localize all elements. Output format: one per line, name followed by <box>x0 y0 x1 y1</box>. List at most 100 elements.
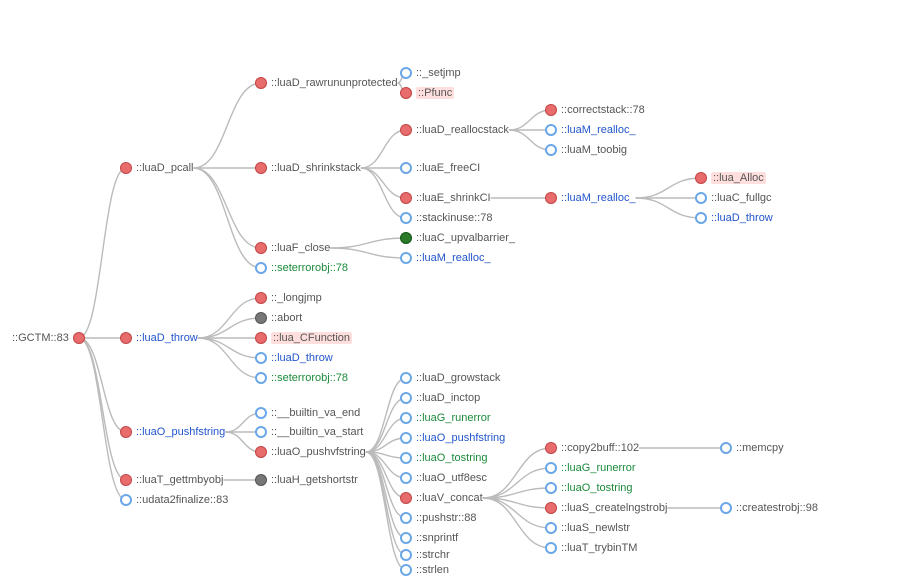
node-luaV_concat[interactable]: ::luaV_concat <box>400 492 483 504</box>
node-dot <box>400 212 412 224</box>
node-setjmp[interactable]: ::_setjmp <box>400 67 461 79</box>
node-lua_CFunction[interactable]: ::lua_CFunction <box>255 332 352 344</box>
node-label: ::luaC_upvalbarrier_ <box>416 232 515 244</box>
node-label: ::luaG_runerror <box>561 462 636 474</box>
node-luaD_shrinkstack[interactable]: ::luaD_shrinkstack <box>255 162 361 174</box>
node-root[interactable]: ::GCTM::83 <box>8 332 85 344</box>
node-pushstr[interactable]: ::pushstr::88 <box>400 512 477 524</box>
node-luaO_pushfstring[interactable]: ::luaO_pushfstring <box>120 426 225 438</box>
node-luaH_getshortstr[interactable]: ::luaH_getshortstr <box>255 474 358 486</box>
node-label: ::_longjmp <box>271 292 322 304</box>
node-Pfunc[interactable]: ::Pfunc <box>400 87 454 99</box>
node-correctstack[interactable]: ::correctstack::78 <box>545 104 645 116</box>
node-luaO_tostring-a[interactable]: ::luaO_tostring <box>400 452 488 464</box>
node-luaE_freeCI[interactable]: ::luaE_freeCI <box>400 162 480 174</box>
node-strchr[interactable]: ::strchr <box>400 549 450 561</box>
node-label: ::luaO_tostring <box>561 482 633 494</box>
node-luaS_createlngstrobj[interactable]: ::luaS_createlngstrobj <box>545 502 667 514</box>
node-label: ::lua_CFunction <box>271 332 352 344</box>
node-dot <box>400 162 412 174</box>
node-label: ::__builtin_va_end <box>271 407 360 419</box>
node-label: ::snprintf <box>416 532 458 544</box>
node-label: ::abort <box>271 312 302 324</box>
node-dot <box>695 212 707 224</box>
node-strlen[interactable]: ::strlen <box>400 564 449 576</box>
node-label: ::stackinuse::78 <box>416 212 492 224</box>
node-luaM_toobig[interactable]: ::luaM_toobig <box>545 144 627 156</box>
node-luaD_rawrununprotected[interactable]: ::luaD_rawrununprotected <box>255 77 398 89</box>
node-builtin_va_start[interactable]: ::__builtin_va_start <box>255 426 363 438</box>
node-createstrobj[interactable]: ::createstrobj::98 <box>720 502 818 514</box>
node-luaD_throw-e[interactable]: ::luaD_throw <box>695 212 773 224</box>
node-luaO_pushfstring-rec[interactable]: ::luaO_pushfstring <box>400 432 505 444</box>
node-label: ::luaS_newlstr <box>561 522 630 534</box>
node-luaO_utf8esc[interactable]: ::luaO_utf8esc <box>400 472 487 484</box>
node-dot <box>695 172 707 184</box>
node-dot <box>400 67 412 79</box>
node-abort[interactable]: ::abort <box>255 312 302 324</box>
node-lua_Alloc[interactable]: ::lua_Alloc <box>695 172 766 184</box>
node-label: ::luaD_throw <box>711 212 773 224</box>
node-dot <box>400 549 412 561</box>
node-luaD_inctop[interactable]: ::luaD_inctop <box>400 392 480 404</box>
node-luaD_reallocstack[interactable]: ::luaD_reallocstack <box>400 124 509 136</box>
node-label: ::seterrorobj::78 <box>271 262 348 274</box>
node-seterrorobj-2[interactable]: ::seterrorobj::78 <box>255 372 348 384</box>
node-stackinuse[interactable]: ::stackinuse::78 <box>400 212 492 224</box>
node-label: ::pushstr::88 <box>416 512 477 524</box>
node-luaO_tostring-b[interactable]: ::luaO_tostring <box>545 482 633 494</box>
node-label: ::luaO_pushfstring <box>136 426 225 438</box>
node-luaD_growstack[interactable]: ::luaD_growstack <box>400 372 500 384</box>
node-dot <box>545 482 557 494</box>
node-label: ::luaT_gettmbyobj <box>136 474 223 486</box>
node-builtin_va_end[interactable]: ::__builtin_va_end <box>255 407 360 419</box>
node-dot <box>400 432 412 444</box>
node-seterrorobj-1[interactable]: ::seterrorobj::78 <box>255 262 348 274</box>
node-udata2finalize[interactable]: ::udata2finalize::83 <box>120 494 228 506</box>
node-luaS_newlstr[interactable]: ::luaS_newlstr <box>545 522 630 534</box>
node-label: ::luaC_fullgc <box>711 192 772 204</box>
node-dot <box>120 474 132 486</box>
node-snprintf[interactable]: ::snprintf <box>400 532 458 544</box>
node-longjmp[interactable]: ::_longjmp <box>255 292 322 304</box>
node-luaM_realloc-c[interactable]: ::luaM_realloc_ <box>545 192 636 204</box>
node-dot <box>545 462 557 474</box>
node-dot <box>255 242 267 254</box>
node-dot <box>255 446 267 458</box>
node-luaC_upvalbarrier[interactable]: ::luaC_upvalbarrier_ <box>400 232 515 244</box>
node-luaD_pcall[interactable]: ::luaD_pcall <box>120 162 193 174</box>
node-luaE_shrinkCI[interactable]: ::luaE_shrinkCI <box>400 192 491 204</box>
node-label: ::luaF_close <box>271 242 330 254</box>
node-luaG_runerror-b[interactable]: ::luaG_runerror <box>545 462 636 474</box>
node-label: ::strchr <box>416 549 450 561</box>
node-luaD_throw-rec[interactable]: ::luaD_throw <box>255 352 333 364</box>
node-copy2buff[interactable]: ::copy2buff::102 <box>545 442 639 454</box>
node-label: ::copy2buff::102 <box>561 442 639 454</box>
node-label: ::GCTM::83 <box>12 332 69 344</box>
node-luaT_trybinTM[interactable]: ::luaT_trybinTM <box>545 542 637 554</box>
node-memcpy[interactable]: ::memcpy <box>720 442 784 454</box>
node-dot <box>400 532 412 544</box>
node-dot <box>545 104 557 116</box>
node-dot <box>255 77 267 89</box>
node-dot <box>255 262 267 274</box>
node-dot <box>545 124 557 136</box>
node-label: ::luaO_utf8esc <box>416 472 487 484</box>
node-luaO_pushvfstring[interactable]: ::luaO_pushvfstring <box>255 446 366 458</box>
node-dot <box>400 472 412 484</box>
node-luaM_realloc-a[interactable]: ::luaM_realloc_ <box>400 252 491 264</box>
node-luaM_realloc-b[interactable]: ::luaM_realloc_ <box>545 124 636 136</box>
node-label: ::luaM_realloc_ <box>561 192 636 204</box>
node-label: ::createstrobj::98 <box>736 502 818 514</box>
node-luaC_fullgc[interactable]: ::luaC_fullgc <box>695 192 772 204</box>
node-luaG_runerror-a[interactable]: ::luaG_runerror <box>400 412 491 424</box>
node-dot <box>545 502 557 514</box>
node-label: ::luaD_shrinkstack <box>271 162 361 174</box>
node-luaF_close[interactable]: ::luaF_close <box>255 242 330 254</box>
node-luaD_throw[interactable]: ::luaD_throw <box>120 332 198 344</box>
node-luaT_gettmbyobj[interactable]: ::luaT_gettmbyobj <box>120 474 223 486</box>
node-label: ::luaD_throw <box>136 332 198 344</box>
node-label: ::luaV_concat <box>416 492 483 504</box>
node-label: ::luaE_freeCI <box>416 162 480 174</box>
node-dot <box>545 542 557 554</box>
